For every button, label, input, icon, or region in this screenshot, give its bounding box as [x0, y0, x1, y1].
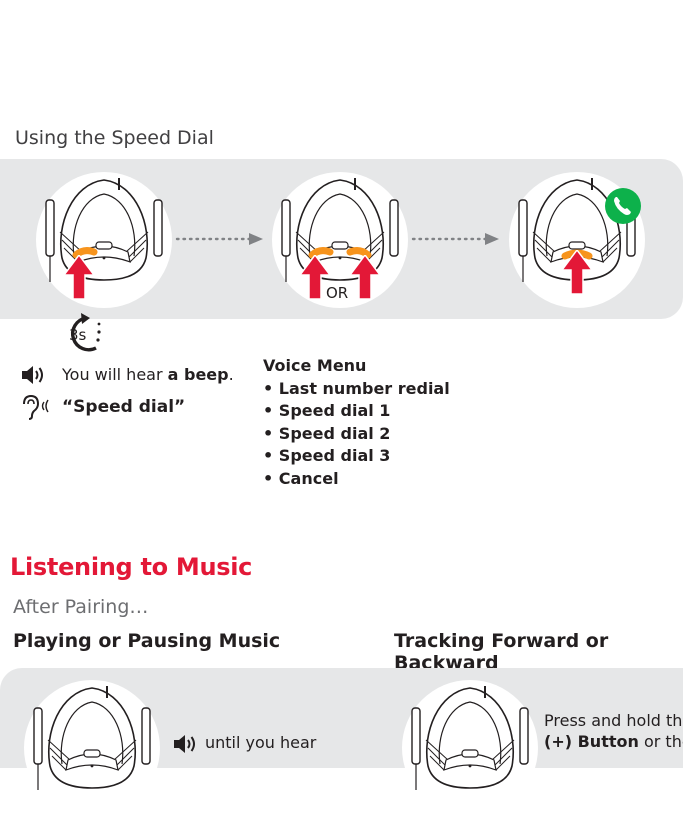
press-hold-text: Press and hold the [544, 711, 683, 730]
voice-menu-item: • Speed dial 3 [263, 446, 391, 465]
helmet-step-1-illustration [34, 170, 174, 310]
voice-menu-heading: Voice Menu [263, 356, 367, 375]
beep-text-prefix: You will hear [62, 365, 168, 384]
hold-time-label: 3s [69, 326, 87, 344]
beep-text-suffix: . [228, 365, 234, 384]
helmet-tracking-illustration [400, 678, 540, 818]
play-pause-heading: Playing or Pausing Music [13, 630, 281, 652]
plus-button-label: (+) Button [544, 732, 639, 751]
dotted-arrow-icon [175, 233, 263, 245]
plus-button-suffix: or the [643, 732, 683, 751]
speaker-icon [20, 365, 46, 385]
until-you-hear-text: until you hear [205, 733, 317, 752]
phone-call-icon [605, 188, 641, 224]
voice-menu: Voice Menu • Last number redial • Speed … [263, 355, 450, 490]
voice-prompt-speed-dial: “Speed dial” [62, 397, 186, 417]
music-section-title: Listening to Music [10, 553, 253, 581]
voice-menu-item: • Speed dial 1 [263, 401, 391, 420]
voice-prompt-ear-icon [23, 394, 49, 420]
plus-button-instruction: (+) Button or the [544, 732, 683, 751]
speaker-icon [172, 734, 198, 754]
helmet-play-pause-illustration [22, 678, 162, 818]
voice-menu-item: • Last number redial [263, 378, 450, 398]
speed-dial-title: Using the Speed Dial [15, 127, 214, 149]
beep-text-bold: a beep [167, 365, 229, 384]
press-arrow-icon [562, 250, 592, 294]
dotted-arrow-icon [411, 233, 499, 245]
press-arrow-icon [350, 255, 380, 299]
voice-menu-item: • Cancel [263, 468, 339, 488]
or-label: OR [326, 284, 349, 302]
beep-instruction: You will hear a beep. [62, 365, 234, 384]
music-subtitle: After Pairing… [13, 596, 149, 618]
press-arrow-icon [64, 255, 94, 299]
voice-menu-item: • Speed dial 2 [263, 423, 391, 443]
